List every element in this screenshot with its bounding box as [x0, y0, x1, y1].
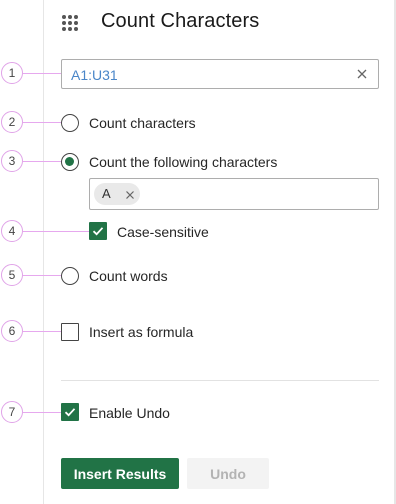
- insert-formula-label[interactable]: Insert as formula: [89, 324, 193, 340]
- callout-marker-6: 6: [1, 320, 23, 342]
- chip-label: A: [102, 186, 111, 201]
- insert-results-button[interactable]: Insert Results: [61, 458, 179, 489]
- count-characters-radio[interactable]: [61, 114, 79, 132]
- radio-selected-dot: [65, 157, 74, 166]
- callout-marker-7: 7: [1, 401, 23, 423]
- callout-marker-3: 3: [1, 150, 23, 172]
- divider: [61, 380, 379, 381]
- callout-leader-6: [23, 331, 61, 332]
- callout-leader-1: [23, 73, 61, 74]
- callout-leader-4: [23, 231, 89, 232]
- callout-marker-1: 1: [1, 62, 23, 84]
- count-following-label[interactable]: Count the following characters: [89, 154, 277, 170]
- range-input[interactable]: A1:U31: [61, 59, 379, 89]
- callout-leader-7: [23, 412, 61, 413]
- insert-formula-checkbox[interactable]: [61, 323, 79, 341]
- count-words-radio[interactable]: [61, 267, 79, 285]
- page-title: Count Characters: [101, 10, 260, 32]
- enable-undo-label[interactable]: Enable Undo: [89, 405, 170, 421]
- count-words-label[interactable]: Count words: [89, 268, 168, 284]
- checkmark-icon: [92, 227, 104, 236]
- callout-marker-2: 2: [1, 111, 23, 133]
- callout-marker-5: 5: [1, 264, 23, 286]
- callout-leader-2: [23, 122, 61, 123]
- character-chip: A: [94, 183, 140, 205]
- count-following-radio[interactable]: [61, 153, 79, 171]
- case-sensitive-checkbox[interactable]: [89, 222, 107, 240]
- grip-icon[interactable]: [62, 15, 78, 31]
- checkmark-icon: [64, 408, 76, 417]
- callout-leader-3: [23, 161, 61, 162]
- callout-leader-5: [23, 275, 61, 276]
- enable-undo-checkbox[interactable]: [61, 403, 79, 421]
- close-icon[interactable]: [355, 67, 369, 81]
- range-value[interactable]: A1:U31: [71, 67, 118, 83]
- pane-header: Count Characters: [44, 0, 394, 46]
- callout-marker-4: 4: [1, 220, 23, 242]
- characters-input[interactable]: A: [89, 178, 379, 210]
- case-sensitive-label[interactable]: Case-sensitive: [117, 224, 209, 240]
- undo-button[interactable]: Undo: [187, 458, 269, 489]
- count-characters-label[interactable]: Count characters: [89, 115, 196, 131]
- close-icon[interactable]: [124, 188, 136, 200]
